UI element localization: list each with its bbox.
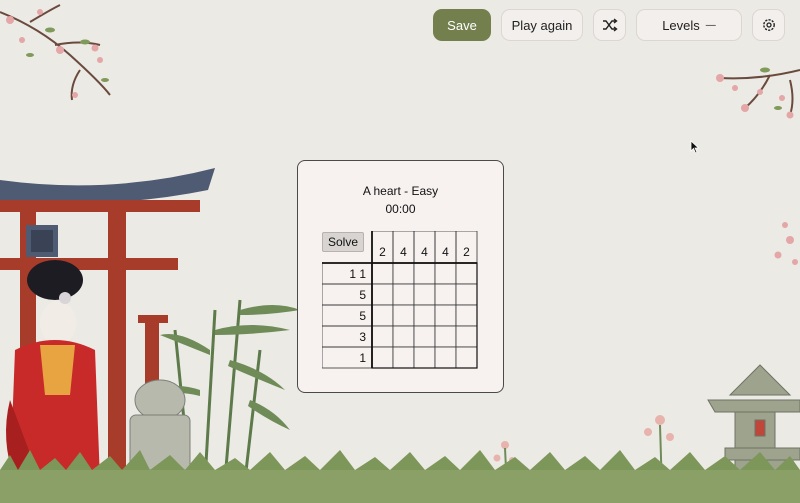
grid-cell[interactable] <box>413 325 436 348</box>
grid-cell[interactable] <box>455 262 478 285</box>
grid-cell[interactable] <box>455 283 478 306</box>
chevron-down-icon: ― <box>705 19 716 31</box>
grid-cell[interactable] <box>392 262 415 285</box>
column-clue: 2 <box>463 245 470 259</box>
grid-cell[interactable] <box>434 304 457 327</box>
settings-button[interactable] <box>752 9 785 41</box>
grid-cell[interactable] <box>392 325 415 348</box>
grid-cell[interactable] <box>455 325 478 348</box>
grid-cell[interactable] <box>371 283 394 306</box>
nonogram-grid: 1 155312 4 4 4 2 <box>322 231 478 369</box>
gear-icon <box>762 19 775 31</box>
mouse-cursor <box>690 140 700 154</box>
grid-cell[interactable] <box>413 283 436 306</box>
grid-cell[interactable] <box>392 346 415 369</box>
grid-cell[interactable] <box>392 304 415 327</box>
grid-cell[interactable] <box>434 325 457 348</box>
grid-cell[interactable] <box>455 304 478 327</box>
grid-cell[interactable] <box>371 325 394 348</box>
grid-cell[interactable] <box>371 304 394 327</box>
grid-cell[interactable] <box>371 262 394 285</box>
levels-label: Levels <box>662 17 700 33</box>
shuffle-icon <box>602 18 618 32</box>
row-clue: 5 <box>359 309 366 323</box>
row-clue: 3 <box>359 330 366 344</box>
row-clue: 5 <box>359 288 366 302</box>
grid-cell[interactable] <box>371 346 394 369</box>
levels-dropdown[interactable]: Levels ― <box>636 9 742 41</box>
shuffle-button[interactable] <box>593 9 626 41</box>
puzzle-title: A heart - Easy <box>362 184 439 198</box>
column-clue: 4 <box>442 245 449 259</box>
puzzle-timer: 00:00 <box>385 202 416 216</box>
grid-cell[interactable] <box>413 304 436 327</box>
grid-cell[interactable] <box>434 346 457 369</box>
column-clue: 4 <box>421 245 428 259</box>
column-clue: 2 <box>379 245 386 259</box>
solve-button[interactable]: Solve <box>322 232 364 252</box>
nonogram-panel: A heart - Easy 00:00 1 1553124442 Solve <box>297 160 504 393</box>
play-again-button[interactable]: Play again <box>501 9 583 41</box>
column-clue: 4 <box>400 245 407 259</box>
row-clue: 1 <box>359 351 366 365</box>
grid-cell[interactable] <box>392 283 415 306</box>
grid-cell[interactable] <box>455 346 478 369</box>
row-clue: 1 1 <box>349 267 366 281</box>
grid-cell[interactable] <box>434 262 457 285</box>
grid-cell[interactable] <box>434 283 457 306</box>
save-button[interactable]: Save <box>433 9 491 41</box>
grid-cell[interactable] <box>413 262 436 285</box>
grid-cell[interactable] <box>413 346 436 369</box>
